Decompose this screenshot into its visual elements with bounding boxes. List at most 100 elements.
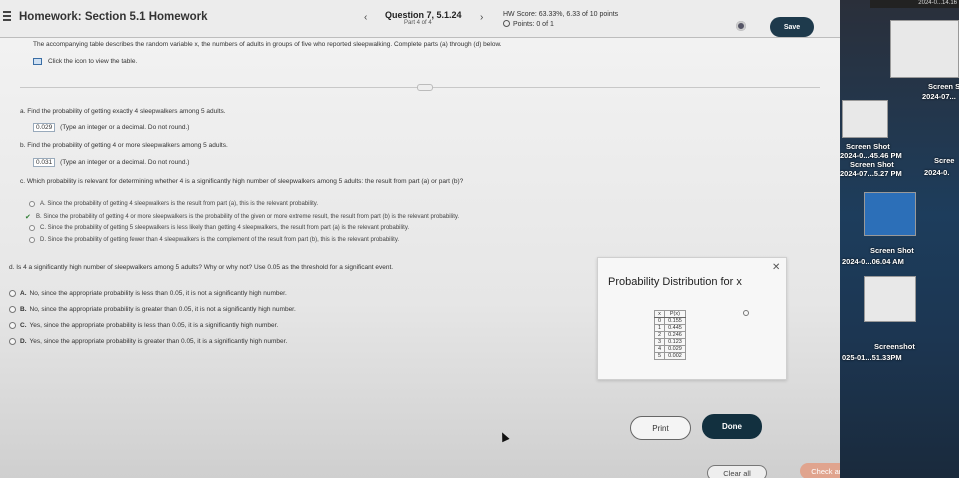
option-label: No, since the appropriate probability is… bbox=[29, 306, 296, 313]
file-label: 2024-0...45.46 PM bbox=[840, 151, 902, 160]
table-row: 5 0.002 bbox=[653, 352, 686, 360]
radio-icon[interactable] bbox=[9, 338, 16, 345]
previous-question-button[interactable]: ‹ bbox=[364, 12, 367, 23]
column-header: x bbox=[653, 310, 666, 318]
table-icon[interactable] bbox=[33, 58, 42, 65]
print-button[interactable]: Print bbox=[630, 416, 691, 440]
menu-bar-clock: 2024-0...14.16 bbox=[870, 0, 959, 8]
file-label: 2024-0. bbox=[924, 168, 950, 177]
table-cell: 2 bbox=[653, 331, 666, 339]
option-label: Yes, since the appropriate probability i… bbox=[29, 338, 288, 345]
copy-icon[interactable] bbox=[743, 310, 749, 316]
part-b-hint: (Type an integer or a decimal. Do not ro… bbox=[60, 159, 190, 166]
part-d-option-c[interactable]: C. Yes, since the appropriate probability… bbox=[9, 322, 278, 329]
part-a-answer-field[interactable]: 0.029 bbox=[33, 123, 56, 132]
radio-icon[interactable] bbox=[29, 225, 35, 231]
part-b-question: b. Find the probability of getting 4 or … bbox=[20, 142, 228, 149]
table-row: 2 0.246 bbox=[653, 331, 686, 339]
screenshot-thumbnail[interactable] bbox=[864, 192, 916, 236]
file-label: Scree bbox=[934, 156, 955, 165]
option-label: D. Since the probability of getting fewe… bbox=[40, 237, 400, 243]
table-cell: 5 bbox=[653, 352, 666, 360]
part-c-question: c. Which probability is relevant for det… bbox=[20, 178, 464, 185]
part-c-option-c[interactable]: C. Since the probability of getting 5 sl… bbox=[29, 225, 409, 231]
radio-icon[interactable] bbox=[9, 306, 16, 313]
part-d-option-b[interactable]: B. No, since the appropriate probability … bbox=[9, 306, 296, 313]
part-c-option-b[interactable]: ✔ B. Since the probability of getting 4 o… bbox=[25, 213, 460, 221]
file-label: 2024-07... bbox=[922, 92, 956, 101]
table-row: 4 0.029 bbox=[653, 345, 686, 353]
file-label: Screenshot bbox=[874, 342, 915, 351]
file-label: 2024-07...5.27 PM bbox=[840, 169, 902, 178]
option-label: C. Since the probability of getting 5 sl… bbox=[40, 225, 410, 231]
radio-icon[interactable] bbox=[29, 201, 35, 207]
part-a-answer-row: 0.029 (Type an integer or a decimal. Do … bbox=[33, 123, 189, 132]
part-b-answer-field[interactable]: 0.031 bbox=[33, 158, 56, 167]
option-letter: A. bbox=[20, 290, 27, 297]
question-part: Part 4 of 4 bbox=[404, 20, 432, 26]
radio-icon[interactable] bbox=[9, 290, 16, 297]
column-header: P(x) bbox=[664, 310, 686, 318]
file-label: Screen Shot bbox=[850, 160, 894, 169]
part-d-option-d[interactable]: D. Yes, since the appropriate probability… bbox=[9, 338, 287, 345]
screenshot-thumbnail[interactable] bbox=[842, 100, 888, 138]
screenshot-thumbnail[interactable] bbox=[864, 276, 916, 322]
done-button[interactable]: Done bbox=[702, 414, 762, 439]
option-label: A. Since the probability of getting 4 sl… bbox=[40, 201, 319, 207]
part-d-option-a[interactable]: A. No, since the appropriate probability … bbox=[9, 290, 287, 297]
option-letter: D. bbox=[20, 338, 27, 345]
table-cell: 0 bbox=[653, 317, 666, 325]
file-label: Screen Shot bbox=[846, 142, 890, 151]
table-header-row: x P(x) bbox=[653, 310, 686, 318]
divider-handle[interactable] bbox=[417, 84, 433, 91]
file-label: Screen S bbox=[928, 82, 959, 91]
check-icon: ✔ bbox=[25, 214, 31, 221]
table-row: 0 0.155 bbox=[653, 317, 686, 325]
gear-icon[interactable] bbox=[736, 21, 746, 31]
distribution-table: x P(x) 0 0.155 1 0.445 2 0.246 3 0.123 4 0.02… bbox=[653, 310, 686, 360]
file-label: Screen Shot bbox=[870, 246, 914, 255]
dialog-title: Probability Distribution for x bbox=[608, 276, 742, 288]
part-a-hint: (Type an integer or a decimal. Do not ro… bbox=[60, 124, 190, 131]
table-cell: 0.155 bbox=[664, 317, 686, 325]
part-c-option-d[interactable]: D. Since the probability of getting fewe… bbox=[29, 237, 399, 243]
table-link[interactable]: Click the icon to view the table. bbox=[33, 58, 137, 65]
part-c-option-a[interactable]: A. Since the probability of getting 4 sl… bbox=[29, 201, 318, 207]
table-cell: 0.123 bbox=[664, 338, 686, 346]
option-label: No, since the appropriate probability is… bbox=[29, 290, 287, 297]
table-cell: 1 bbox=[653, 324, 666, 332]
desktop-background: 2024-0...14.16 Screen S 2024-07... Scree… bbox=[840, 0, 959, 478]
table-row: 3 0.123 bbox=[653, 338, 686, 346]
part-a-question: a. Find the probability of getting exact… bbox=[20, 108, 226, 115]
file-label: 025-01...51.33PM bbox=[842, 353, 902, 362]
distribution-dialog: Probability Distribution for x ✕ x P(x) … bbox=[597, 257, 787, 380]
table-row: 1 0.445 bbox=[653, 324, 686, 332]
next-question-button[interactable]: › bbox=[480, 12, 483, 23]
save-button[interactable]: Save bbox=[770, 17, 814, 37]
screen: Homework: Section 5.1 Homework ‹ Questio… bbox=[0, 0, 959, 478]
points-circle-icon bbox=[503, 20, 510, 27]
option-label: B. Since the probability of getting 4 or… bbox=[36, 214, 460, 220]
table-link-label: Click the icon to view the table. bbox=[48, 58, 138, 65]
intro-text: The accompanying table describes the ran… bbox=[33, 41, 502, 48]
table-cell: 4 bbox=[653, 345, 666, 353]
option-label: Yes, since the appropriate probability i… bbox=[29, 322, 279, 329]
table-cell: 0.445 bbox=[664, 324, 686, 332]
file-label: 2024-0...06.04 AM bbox=[842, 257, 904, 266]
table-cell: 0.029 bbox=[664, 345, 686, 353]
header-bar: Homework: Section 5.1 Homework ‹ Questio… bbox=[0, 0, 840, 38]
table-cell: 0.246 bbox=[664, 331, 686, 339]
radio-icon[interactable] bbox=[29, 237, 35, 243]
screenshot-thumbnail[interactable] bbox=[890, 20, 959, 78]
part-b-answer-row: 0.031 (Type an integer or a decimal. Do … bbox=[33, 158, 189, 167]
clear-all-button[interactable]: Clear all bbox=[707, 465, 767, 478]
part-d-question: d. Is 4 a significantly high number of s… bbox=[9, 264, 394, 271]
hw-score: HW Score: 63.33%, 6.33 of 10 points bbox=[503, 11, 619, 18]
radio-icon[interactable] bbox=[9, 322, 16, 329]
option-letter: B. bbox=[20, 306, 27, 313]
menu-icon[interactable] bbox=[3, 11, 11, 21]
close-icon[interactable]: ✕ bbox=[772, 262, 780, 273]
points: Points: 0 of 1 bbox=[503, 20, 554, 28]
homework-title: Homework: Section 5.1 Homework bbox=[19, 11, 208, 23]
points-text: Points: 0 of 1 bbox=[513, 21, 554, 28]
